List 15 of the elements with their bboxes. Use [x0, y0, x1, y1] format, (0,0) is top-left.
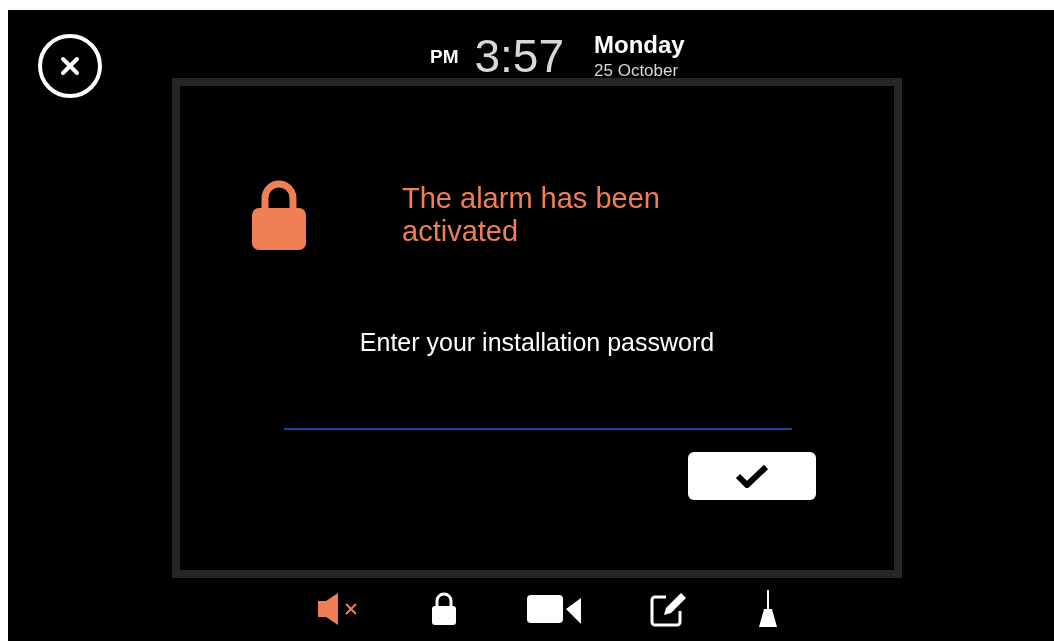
camera-icon[interactable]	[526, 593, 582, 625]
alarm-message: The alarm has been activated	[402, 182, 661, 248]
clock-time: 3:57	[474, 33, 565, 80]
broom-icon[interactable]	[756, 589, 780, 629]
confirm-button[interactable]	[688, 451, 816, 500]
close-button[interactable]	[38, 34, 102, 98]
lock-icon[interactable]	[430, 591, 458, 627]
day-label: Monday	[594, 30, 685, 60]
password-prompt: Enter your installation password	[359, 327, 715, 358]
checkmark-icon	[735, 463, 769, 488]
edit-icon[interactable]	[650, 591, 688, 627]
clock-period: PM	[430, 44, 459, 69]
date-label: 25 October	[594, 60, 680, 82]
padlock-icon	[252, 178, 306, 250]
close-icon	[60, 56, 80, 76]
